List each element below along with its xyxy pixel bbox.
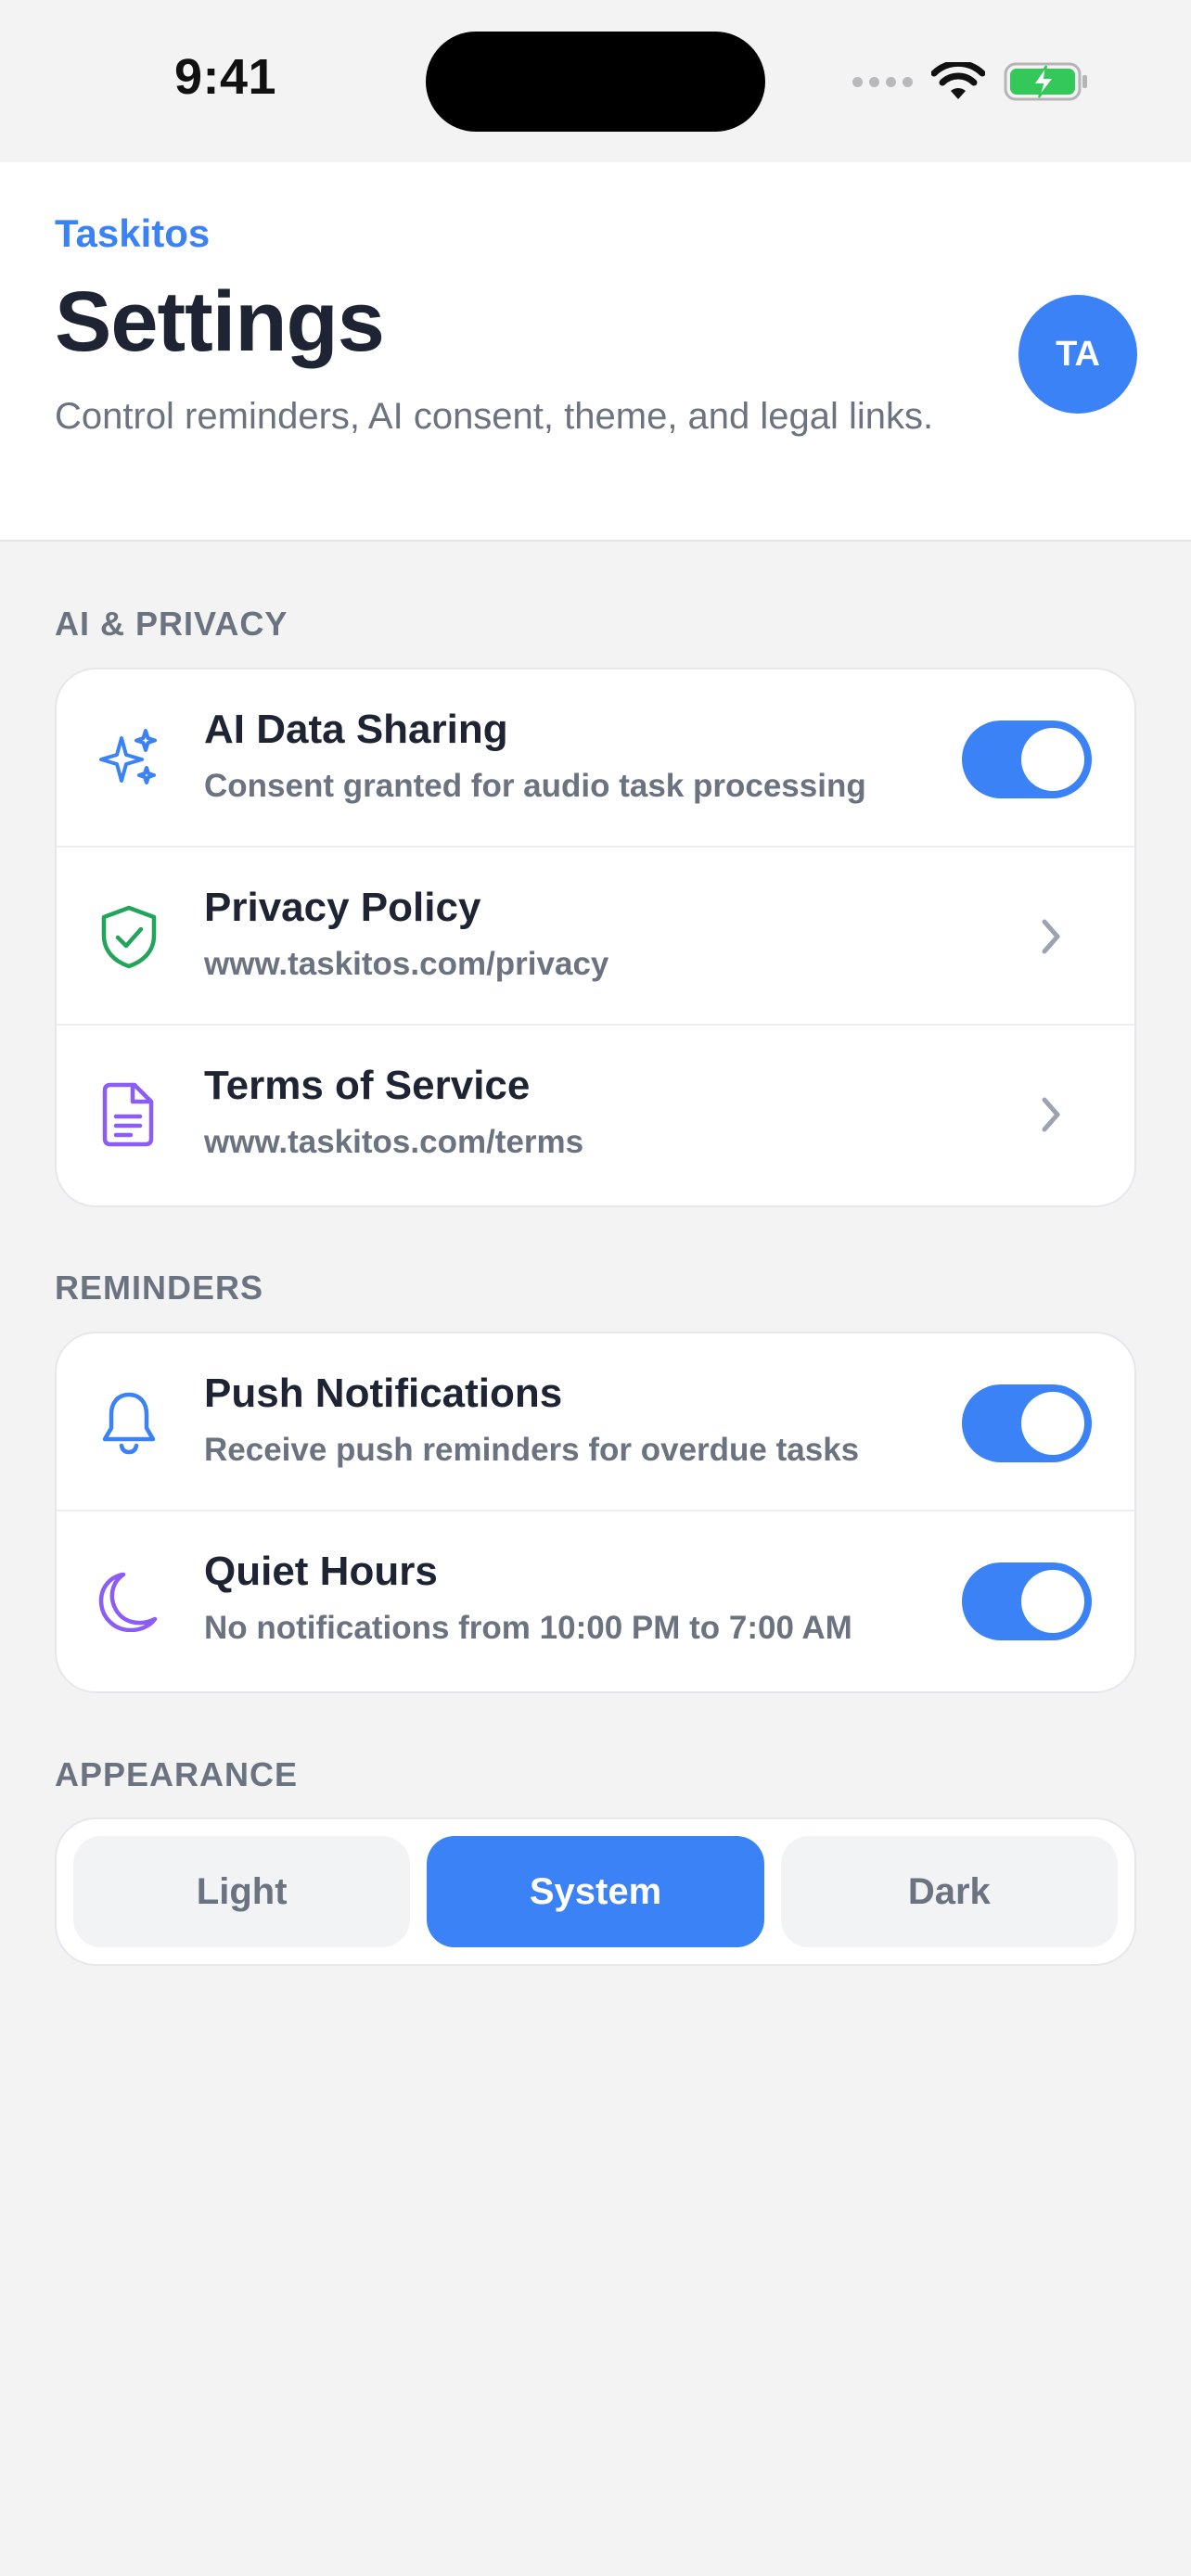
row-title: Quiet Hours [204,1549,438,1594]
wifi-icon [931,62,985,99]
page-subtitle: Control reminders, AI consent, theme, an… [55,396,934,437]
row-title: Terms of Service [204,1063,531,1108]
section-label-ai-privacy: AI & PRIVACY [55,605,288,643]
status-time: 9:41 [174,49,277,105]
bell-icon [96,1389,162,1456]
settings-row-push-notifications[interactable]: Push Notifications Receive push reminder… [57,1333,1134,1511]
status-bar: 9:41 [0,0,1191,162]
sparkles-icon [96,725,162,792]
settings-row-terms-of-service[interactable]: Terms of Service www.taskitos.com/terms [57,1026,1134,1204]
document-icon [96,1081,162,1148]
avatar[interactable]: TA [1018,295,1137,414]
row-title: Privacy Policy [204,885,481,930]
appearance-segmented-control: Light System Dark [55,1817,1136,1966]
row-subtitle: Receive push reminders for overdue tasks [204,1432,860,1468]
appearance-option-light[interactable]: Light [73,1836,411,1947]
settings-screen: 9:41 Taskitos Settings Control reminders… [0,0,1191,2576]
page-title: Settings [55,274,385,369]
section-label-reminders: REMINDERS [55,1269,264,1307]
row-subtitle: No notifications from 10:00 PM to 7:00 A… [204,1610,852,1646]
chevron-right-icon [1023,909,1079,964]
row-subtitle: Consent granted for audio task processin… [204,768,866,804]
row-subtitle: www.taskitos.com/terms [204,1124,584,1160]
header: Taskitos Settings Control reminders, AI … [0,162,1191,542]
ai-privacy-card: AI Data Sharing Consent granted for audi… [55,668,1136,1207]
dynamic-island [426,32,765,132]
app-name: Taskitos [55,211,211,255]
settings-row-privacy-policy[interactable]: Privacy Policy www.taskitos.com/privacy [57,848,1134,1026]
moon-icon [96,1567,162,1634]
ai-data-sharing-toggle[interactable] [962,721,1092,798]
row-subtitle: www.taskitos.com/privacy [204,946,609,982]
shield-check-icon [96,903,162,970]
row-title: Push Notifications [204,1371,563,1416]
appearance-option-system[interactable]: System [427,1836,764,1947]
quiet-hours-toggle[interactable] [962,1562,1092,1640]
cellular-signal-icon [852,76,913,87]
appearance-option-dark[interactable]: Dark [780,1836,1118,1947]
settings-row-ai-data-sharing[interactable]: AI Data Sharing Consent granted for audi… [57,670,1134,848]
settings-row-quiet-hours[interactable]: Quiet Hours No notifications from 10:00 … [57,1511,1134,1690]
push-notifications-toggle[interactable] [962,1384,1092,1462]
battery-charging-icon [1004,62,1087,101]
status-icons [852,59,1089,104]
section-label-appearance: APPEARANCE [55,1755,299,1793]
reminders-card: Push Notifications Receive push reminder… [55,1332,1136,1693]
row-title: AI Data Sharing [204,707,508,752]
chevron-right-icon [1023,1087,1079,1142]
